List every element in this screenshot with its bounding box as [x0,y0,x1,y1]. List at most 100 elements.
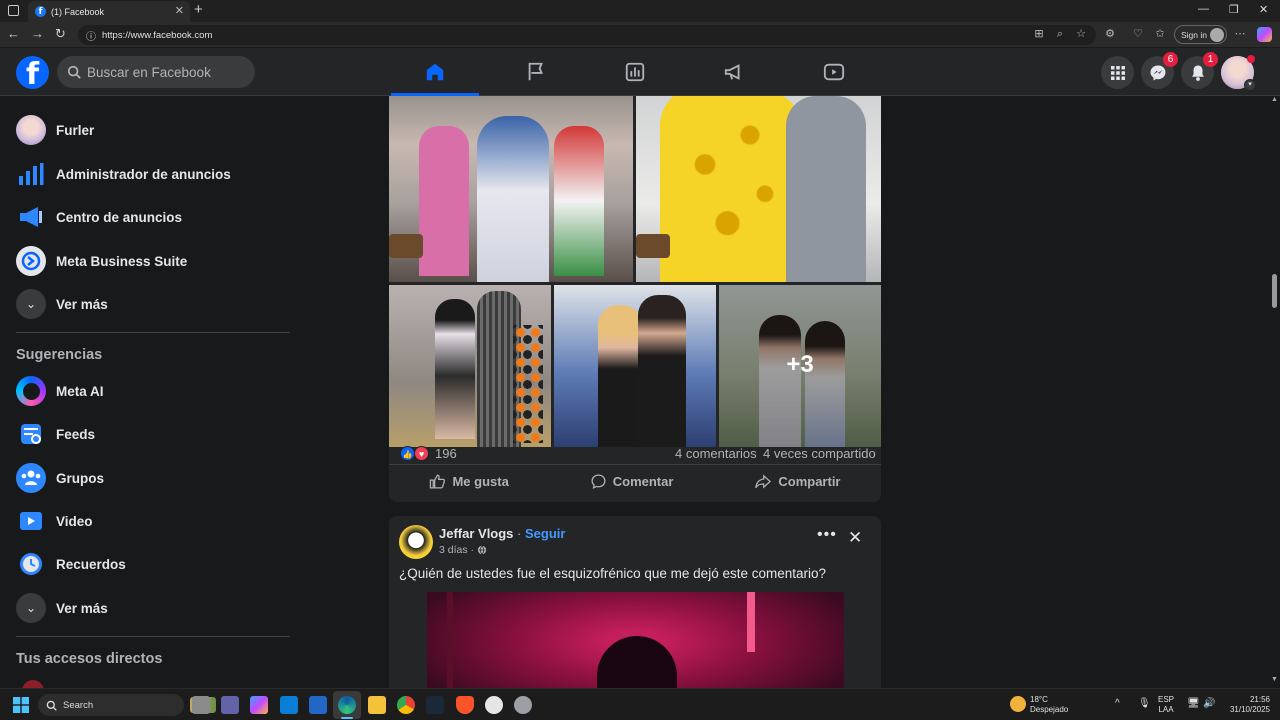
minimize-button[interactable]: — [1198,3,1209,15]
follow-button[interactable]: Seguir [525,526,565,541]
sidebar-item-memories[interactable]: Recuerdos [8,544,298,584]
tab-actions-icon[interactable] [8,5,19,16]
facebook-header: f Buscar en Facebook 6 1 ▾ [0,48,1280,96]
brave-icon[interactable] [456,696,474,714]
notifications-button[interactable]: 1 [1181,52,1218,89]
chrome-icon[interactable] [397,696,415,714]
shares-count[interactable]: 4 veces compartido [763,446,876,461]
steam-icon[interactable] [426,696,444,714]
sign-in-button[interactable]: Sign in [1174,25,1227,44]
refresh-button[interactable]: ↻ [55,26,66,42]
menu-button[interactable] [1101,56,1134,89]
file-explorer-icon[interactable] [368,696,386,714]
weather-icon[interactable] [1010,696,1026,712]
store-icon[interactable] [280,696,298,714]
show-hidden-icons-chevron-icon[interactable]: ^ [1115,699,1120,709]
nav-ads[interactable] [710,48,758,96]
clock[interactable]: 21:56 31/10/2025 [1224,695,1270,715]
taskbar-search[interactable]: Search [38,694,216,716]
post-time[interactable]: 3 días · [439,544,474,556]
windows-start-icon[interactable] [13,697,29,713]
network-icon[interactable]: 🖥 [1187,699,1200,709]
outlook-icon[interactable] [309,696,327,714]
github-desktop-icon[interactable] [485,696,503,714]
like-label: Me gusta [452,474,509,489]
messenger-button[interactable]: 6 [1141,52,1178,89]
task-view-icon[interactable] [192,696,210,714]
sidebar-item-video[interactable]: Video [8,501,298,541]
close-tab-icon[interactable]: ✕ [175,4,184,17]
hide-post-close-icon[interactable]: ✕ [848,529,862,546]
account-avatar-button[interactable]: ▾ [1221,55,1256,91]
scroll-up-arrow-icon[interactable]: ▲ [1271,96,1278,103]
favorite-star-icon[interactable]: ☆ [1074,27,1088,41]
settings-gear-icon[interactable] [514,696,532,714]
facebook-logo[interactable]: f [16,56,49,89]
volume-icon[interactable]: 🔊 [1203,699,1215,709]
copilot-icon[interactable] [1257,27,1272,42]
new-tab-button[interactable]: + [194,1,203,18]
favorites-icon[interactable]: ✩ [1153,27,1167,41]
nav-pages[interactable] [512,48,560,96]
shortcut-avatar[interactable] [22,680,44,688]
sidebar-item-business-suite[interactable]: Meta Business Suite [8,241,298,281]
microphone-icon[interactable]: 🎙 [1138,699,1151,709]
author-avatar[interactable] [399,525,433,559]
pages-flag-icon [528,62,543,81]
video-icon [16,506,46,536]
copilot-taskbar-icon[interactable] [250,696,268,714]
sidebar-see-more-button[interactable]: ⌄ Ver más [8,284,298,324]
album-photo-5[interactable]: +3 [719,285,881,447]
share-button[interactable]: Compartir [754,473,841,490]
sidebar-see-more-button-2[interactable]: ⌄ Ver más [8,588,298,628]
album-photo-1[interactable] [389,96,633,282]
meta-business-icon [16,246,46,276]
language-indicator[interactable]: ESP LAA [1158,695,1174,715]
site-info-icon[interactable]: ⓘ [86,28,96,43]
page-scrollbar[interactable]: ▲ ▼ [1269,96,1280,688]
zoom-icon[interactable]: ⌕ [1053,27,1067,41]
album-photo-2[interactable] [636,96,881,282]
scroll-down-arrow-icon[interactable]: ▼ [1271,676,1278,683]
nav-video[interactable] [810,48,858,96]
comments-count[interactable]: 4 comentarios [675,446,757,461]
scrollbar-thumb[interactable] [1272,274,1277,308]
forward-button[interactable]: → [31,26,44,42]
nav-home[interactable] [391,48,479,96]
close-window-button[interactable]: ✕ [1259,3,1268,16]
teams-icon[interactable] [221,696,239,714]
more-options-icon[interactable]: ••• [817,526,837,544]
maximize-button[interactable]: ❐ [1229,3,1239,16]
sidebar-item-label: Grupos [56,470,105,486]
app-available-icon[interactable]: ⊞ [1032,27,1046,41]
comment-button[interactable]: Comentar [590,473,673,490]
facebook-search-input[interactable]: Buscar en Facebook [57,56,255,88]
author-name[interactable]: Jeffar Vlogs [439,526,513,541]
sidebar-item-meta-ai[interactable]: Meta AI [8,371,298,411]
sidebar-item-ad-center[interactable]: Centro de anuncios [8,197,298,237]
album-photo-3[interactable] [389,285,551,447]
like-button[interactable]: Me gusta [429,473,509,490]
sidebar-item-feeds[interactable]: Feeds [8,414,298,454]
sidebar-item-ads-manager[interactable]: Administrador de anuncios [8,154,298,194]
more-options-icon[interactable]: ⋯ [1233,27,1247,41]
post-image[interactable] [427,592,844,688]
meta-ai-icon [16,376,46,406]
browser-essentials-icon[interactable]: ♡ [1131,27,1145,41]
weather-widget[interactable]: 18°C Despejado [1030,695,1068,715]
browser-tab-facebook[interactable]: f (1) Facebook ✕ [28,1,190,22]
back-button[interactable]: ← [7,26,20,42]
extensions-icon[interactable]: ⚙ [1103,27,1117,41]
sidebar-item-groups[interactable]: Grupos [8,458,298,498]
search-icon [46,700,57,711]
taskbar-search-placeholder: Search [63,699,94,711]
album-photo-4[interactable] [554,285,716,447]
suggestions-heading: Sugerencias [16,347,103,363]
reactions-count[interactable]: 196 [435,446,457,461]
sidebar-item-profile[interactable]: Furler [8,110,298,150]
bell-icon [1191,65,1204,81]
address-bar[interactable]: ⓘ https://www.facebook.com [78,25,1096,45]
post-photo-album: +3 👍 ♥ 196 4 comentarios 4 veces compart… [389,96,881,502]
nav-insights[interactable] [611,48,659,96]
url-text: https://www.facebook.com [102,29,213,41]
